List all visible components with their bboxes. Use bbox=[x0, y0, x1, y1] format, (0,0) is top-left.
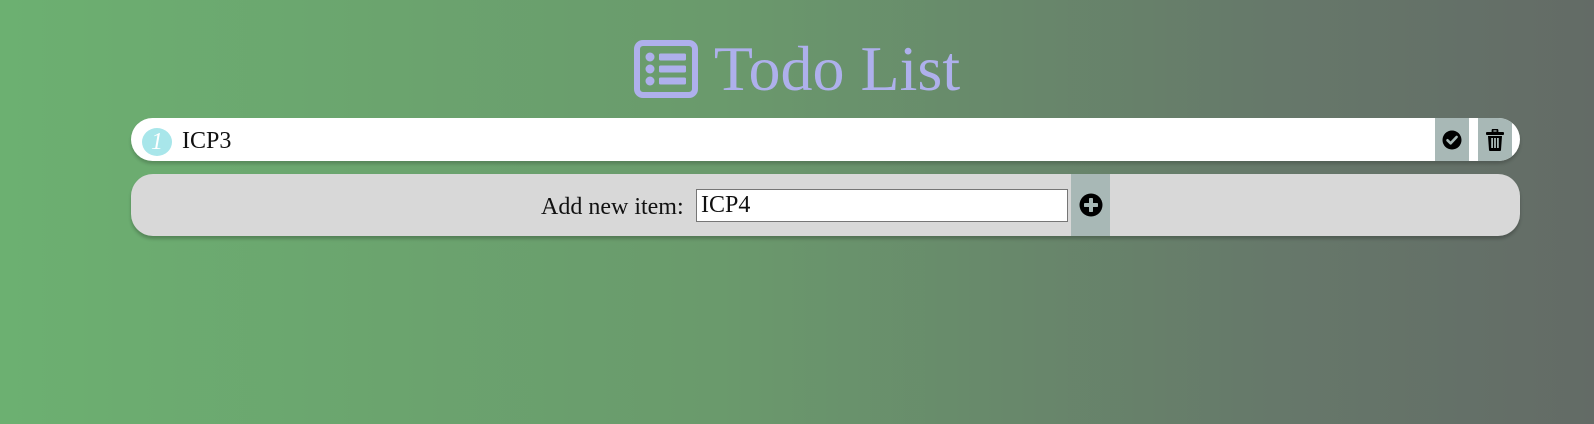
check-circle-icon bbox=[1442, 130, 1462, 150]
app-header: Todo List bbox=[0, 30, 1594, 108]
todo-item: 1 ICP3 bbox=[131, 118, 1520, 161]
page-title: Todo List bbox=[713, 33, 961, 104]
list-alt-icon bbox=[633, 40, 698, 98]
plus-circle-icon bbox=[1079, 193, 1103, 217]
item-number-badge: 1 bbox=[142, 128, 172, 156]
add-item-form: Add new item: bbox=[131, 174, 1520, 236]
todo-item-text: ICP3 bbox=[182, 128, 232, 154]
trash-icon bbox=[1486, 128, 1504, 151]
delete-button[interactable] bbox=[1478, 118, 1512, 161]
new-item-input[interactable] bbox=[696, 189, 1068, 222]
add-item-button[interactable] bbox=[1071, 174, 1110, 236]
complete-button[interactable] bbox=[1435, 118, 1469, 161]
add-item-label: Add new item: bbox=[541, 194, 684, 220]
